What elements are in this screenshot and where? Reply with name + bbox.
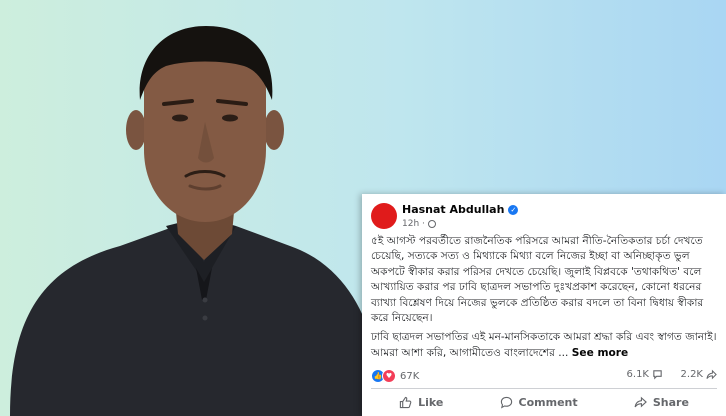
- comment-label: Comment: [518, 395, 578, 409]
- post-paragraph-1: ৫ই আগস্ট পরবর্তীতে রাজনৈতিক পরিসরে আমরা …: [371, 235, 704, 325]
- reactions-count: 67K: [400, 370, 420, 382]
- like-button[interactable]: Like: [399, 396, 443, 409]
- globe-icon: [427, 220, 436, 228]
- shares-count: 2.2K: [680, 369, 703, 380]
- post-author-row: Hasnat Abdullah ✓: [402, 203, 519, 216]
- share-icon: [706, 369, 717, 380]
- post-meta: 12h ·: [402, 219, 436, 229]
- comments-count: 6.1K: [626, 369, 649, 380]
- shares-stat[interactable]: 2.2K: [681, 369, 717, 380]
- post-actions: Like Comment Share: [371, 391, 717, 413]
- thumbs-up-icon: [399, 396, 412, 408]
- share-action-icon: [634, 396, 647, 407]
- reactions-summary[interactable]: 👍 ♥ 67K: [371, 369, 419, 383]
- like-label: Like: [418, 395, 444, 409]
- see-more-link[interactable]: See more: [572, 347, 628, 359]
- post-paragraph-2-text: ঢাবি ছাত্রদল সভাপতির এই মন-মানসিকতাকে আম…: [371, 331, 717, 359]
- comment-icon: [653, 370, 662, 380]
- post-stats: 👍 ♥ 67K 6.1K 2.2K: [371, 369, 717, 383]
- post-paragraph-2: ঢাবি ছাত্রদল সভাপতির এই মন-মানসিকতাকে আম…: [371, 330, 721, 361]
- comment-button[interactable]: Comment: [500, 396, 578, 409]
- facebook-post-card: Hasnat Abdullah ✓ 12h · ৫ই আগস্ট পরবর্তী…: [362, 194, 726, 416]
- author-name[interactable]: Hasnat Abdullah: [402, 203, 504, 216]
- love-reaction-icon: ♥: [382, 369, 396, 383]
- comments-stat[interactable]: 6.1K: [627, 369, 663, 380]
- comment-action-icon: [500, 396, 512, 408]
- verified-badge-icon: ✓: [508, 204, 519, 215]
- post-time[interactable]: 12h ·: [402, 219, 425, 229]
- share-button[interactable]: Share: [634, 396, 689, 409]
- share-label: Share: [652, 395, 689, 409]
- post-body: ৫ই আগস্ট পরবর্তীতে রাজনৈতিক পরিসরে আমরা …: [371, 234, 721, 365]
- actions-divider: [371, 388, 717, 389]
- author-avatar[interactable]: [371, 203, 397, 229]
